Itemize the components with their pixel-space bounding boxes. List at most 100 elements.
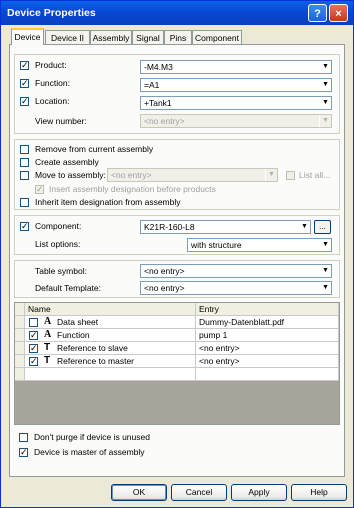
device-properties-dialog: Device Properties ? × Device Device II A… — [0, 0, 354, 508]
chevron-down-icon[interactable]: ▼ — [319, 97, 331, 109]
assembly-group: Remove from current assembly Create asse… — [14, 139, 340, 210]
chevron-down-icon[interactable]: ▼ — [319, 61, 331, 73]
row-entry[interactable]: Dummy-Datenblatt.pdf — [196, 316, 339, 329]
component-checkbox[interactable]: ✓ — [20, 222, 29, 231]
product-checkbox[interactable]: ✓ — [20, 61, 29, 70]
apply-button[interactable]: Apply — [231, 484, 287, 501]
designation-group: ✓ Product: -M4.M3 ▼ ✓ Function: =A1 ▼ ✓ … — [14, 54, 340, 134]
function-label: Function: — [35, 78, 70, 88]
tab-assembly[interactable]: Assembly — [90, 30, 132, 44]
function-checkbox[interactable]: ✓ — [20, 79, 29, 88]
component-combo[interactable]: K21R-160-L8 ▼ — [140, 220, 311, 234]
ok-button[interactable]: OK — [111, 484, 167, 501]
help-button[interactable]: Help — [291, 484, 347, 501]
table-row[interactable]: ✓ A Function pump 1 — [15, 329, 339, 342]
table-row-empty[interactable] — [15, 368, 339, 381]
dont-purge-label: Don't purge if device is unused — [34, 432, 150, 442]
master-assembly-label: Device is master of assembly — [34, 447, 145, 457]
view-number-value: <no entry> — [144, 116, 185, 126]
text-type-icon: T — [44, 342, 51, 353]
component-group: ✓ Component: K21R-160-L8 ▼ ... List opti… — [14, 215, 340, 255]
tab-signal[interactable]: Signal — [132, 30, 164, 44]
tab-component[interactable]: Component — [192, 30, 242, 44]
row-checkbox[interactable] — [29, 318, 38, 327]
row-name: Reference to slave — [57, 343, 128, 353]
table-row[interactable]: A Data sheet Dummy-Datenblatt.pdf — [15, 316, 339, 329]
row-checkbox[interactable]: ✓ — [29, 357, 38, 366]
component-value: K21R-160-L8 — [144, 222, 195, 232]
list-options-value: with structure — [191, 240, 242, 250]
tab-strip: Device Device II Assembly Signal Pins Co… — [9, 28, 345, 45]
table-symbol-label: Table symbol: — [35, 266, 87, 276]
location-combo[interactable]: +Tank1 ▼ — [140, 96, 332, 110]
column-header-name[interactable]: Name — [25, 303, 196, 316]
move-assembly-combo[interactable]: <no entry> ▼ — [107, 168, 278, 182]
row-checkbox[interactable]: ✓ — [29, 344, 38, 353]
window-title: Device Properties — [7, 7, 96, 19]
row-entry[interactable]: <no entry> — [196, 355, 339, 368]
text-attribute-icon: A — [44, 329, 52, 340]
list-all-checkbox[interactable] — [286, 171, 295, 180]
default-template-combo[interactable]: <no entry> ▼ — [140, 281, 332, 295]
chevron-down-icon[interactable]: ▼ — [319, 79, 331, 91]
attributes-table[interactable]: Name Entry A Data sheet Dummy-Datenblatt… — [14, 302, 340, 425]
chevron-down-icon[interactable]: ▼ — [298, 221, 310, 233]
chevron-down-icon[interactable]: ▼ — [319, 265, 331, 277]
remove-assembly-label: Remove from current assembly — [35, 144, 154, 154]
table-header: Name Entry — [15, 303, 339, 316]
location-checkbox[interactable]: ✓ — [20, 97, 29, 106]
row-checkbox[interactable]: ✓ — [29, 331, 38, 340]
chevron-down-icon[interactable]: ▼ — [319, 115, 331, 127]
location-value: +Tank1 — [144, 98, 172, 108]
move-assembly-value: <no entry> — [111, 170, 152, 180]
chevron-down-icon[interactable]: ▼ — [265, 169, 277, 181]
list-options-label: List options: — [35, 239, 81, 249]
list-all-label: List all... — [299, 170, 331, 180]
view-number-label: View number: — [35, 116, 87, 126]
table-row[interactable]: ✓ T Reference to slave <no entry> — [15, 342, 339, 355]
component-browse-button[interactable]: ... — [314, 220, 331, 234]
tab-pins[interactable]: Pins — [164, 30, 192, 44]
column-header-entry[interactable]: Entry — [196, 303, 339, 316]
row-name: Data sheet — [57, 317, 99, 327]
close-icon[interactable]: × — [329, 4, 348, 22]
location-label: Location: — [35, 96, 70, 106]
default-template-label: Default Template: — [35, 283, 101, 293]
product-combo[interactable]: -M4.M3 ▼ — [140, 60, 332, 74]
create-assembly-label: Create assembly — [35, 157, 99, 167]
view-number-combo[interactable]: <no entry> ▼ — [140, 114, 332, 128]
text-attribute-icon: A — [44, 316, 52, 327]
device-tab-page: ✓ Product: -M4.M3 ▼ ✓ Function: =A1 ▼ ✓ … — [9, 44, 345, 477]
symbol-group: Table symbol: <no entry> ▼ Default Templ… — [14, 260, 340, 298]
dont-purge-checkbox[interactable] — [19, 433, 28, 442]
component-label: Component: — [35, 221, 82, 231]
move-assembly-checkbox[interactable] — [20, 171, 29, 180]
default-template-value: <no entry> — [144, 283, 185, 293]
title-bar[interactable]: Device Properties ? × — [1, 1, 353, 25]
insert-designation-label: Insert assembly designation before produ… — [49, 184, 216, 194]
row-name: Reference to master — [57, 356, 135, 366]
master-assembly-checkbox[interactable]: ✓ — [19, 448, 28, 457]
function-value: =A1 — [144, 80, 160, 90]
insert-designation-checkbox[interactable]: ✓ — [35, 185, 44, 194]
chevron-down-icon[interactable]: ▼ — [319, 282, 331, 294]
move-assembly-label: Move to assembly: — [35, 170, 106, 180]
table-symbol-combo[interactable]: <no entry> ▼ — [140, 264, 332, 278]
chevron-down-icon[interactable]: ▼ — [319, 239, 331, 251]
product-value: -M4.M3 — [144, 62, 173, 72]
table-row[interactable]: ✓ T Reference to master <no entry> — [15, 355, 339, 368]
create-assembly-checkbox[interactable] — [20, 158, 29, 167]
tab-device[interactable]: Device — [11, 28, 44, 45]
row-name: Function — [57, 330, 90, 340]
function-combo[interactable]: =A1 ▼ — [140, 78, 332, 92]
tab-device-ii[interactable]: Device II — [45, 30, 90, 44]
row-entry[interactable]: pump 1 — [196, 329, 339, 342]
row-entry[interactable]: <no entry> — [196, 342, 339, 355]
inherit-designation-checkbox[interactable] — [20, 198, 29, 207]
cancel-button[interactable]: Cancel — [171, 484, 227, 501]
inherit-designation-label: Inherit item designation from assembly — [35, 197, 181, 207]
list-options-combo[interactable]: with structure ▼ — [187, 238, 332, 252]
remove-assembly-checkbox[interactable] — [20, 145, 29, 154]
text-type-icon: T — [44, 355, 51, 366]
help-icon[interactable]: ? — [308, 4, 327, 22]
